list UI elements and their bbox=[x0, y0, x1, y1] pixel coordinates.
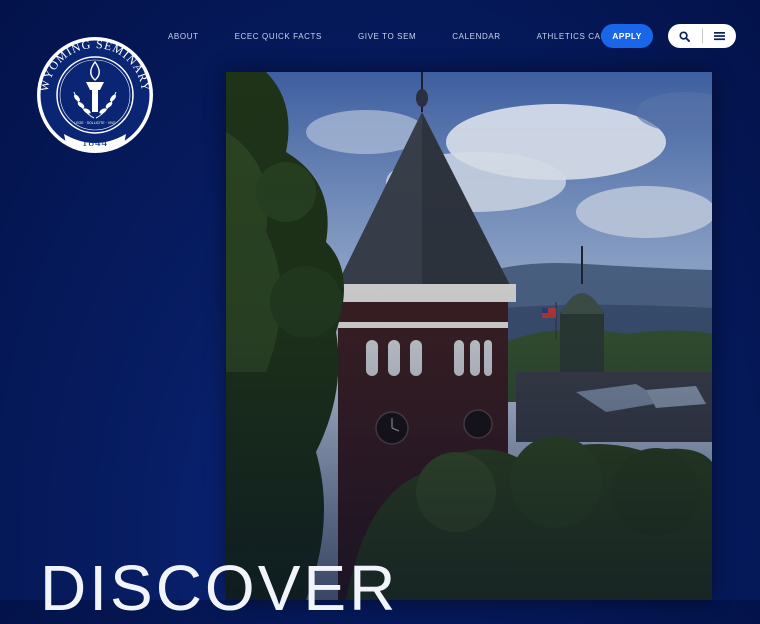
search-button[interactable] bbox=[668, 24, 702, 48]
primary-navigation: ABOUT ECEC QUICK FACTS GIVE TO SEM CALEN… bbox=[150, 24, 655, 48]
search-icon bbox=[679, 30, 691, 42]
apply-button[interactable]: APPLY bbox=[601, 24, 653, 48]
nav-give-to-sem[interactable]: GIVE TO SEM bbox=[358, 32, 416, 41]
seal-icon: WYOMING SEMINARY LEGE · SOLLICITE · VIVE… bbox=[37, 37, 153, 153]
hero-image bbox=[226, 72, 712, 600]
school-seal-logo[interactable]: WYOMING SEMINARY LEGE · SOLLICITE · VIVE… bbox=[34, 34, 156, 156]
nav-about[interactable]: ABOUT bbox=[168, 32, 199, 41]
hero-heading: DISCOVER bbox=[40, 552, 399, 624]
campus-clock-tower-photo bbox=[226, 72, 712, 600]
utility-controls bbox=[668, 24, 736, 48]
menu-button[interactable] bbox=[702, 24, 736, 48]
hamburger-menu-icon bbox=[713, 32, 725, 41]
nav-calendar[interactable]: CALENDAR bbox=[452, 32, 500, 41]
page: WYOMING SEMINARY LEGE · SOLLICITE · VIVE… bbox=[0, 0, 760, 620]
seal-motto: LEGE · SOLLICITE · VIVE bbox=[74, 121, 116, 125]
seal-year: 1844 bbox=[82, 137, 108, 149]
nav-ecec-quick-facts[interactable]: ECEC QUICK FACTS bbox=[235, 32, 322, 41]
